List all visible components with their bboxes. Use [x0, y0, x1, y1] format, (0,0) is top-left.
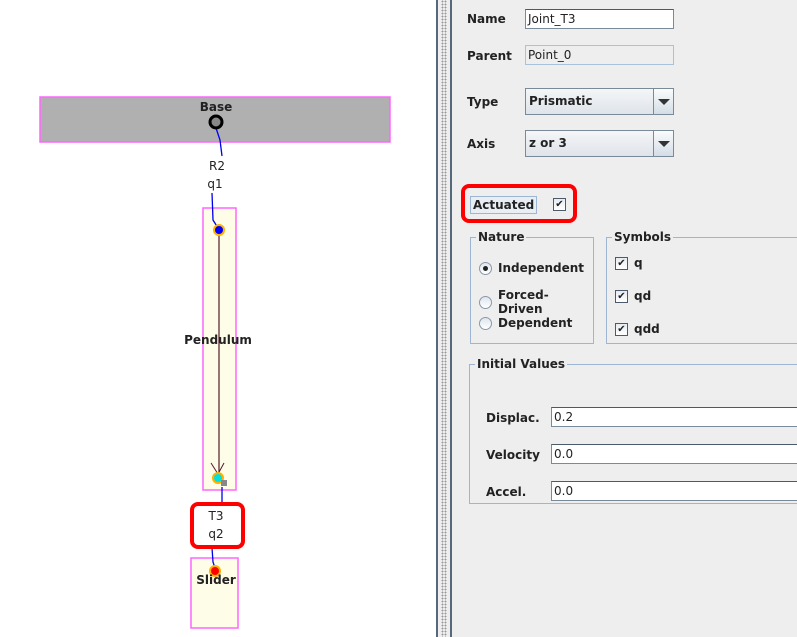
axis-label: Axis [467, 137, 496, 151]
split-pane-divider[interactable] [436, 0, 452, 637]
joint-coord-q2: q2 [208, 527, 224, 541]
initial-values-title: Initial Values [475, 357, 568, 371]
symbols-title: Symbols [612, 230, 674, 244]
radio-label: Forced-Driven [497, 288, 549, 316]
nature-title: Nature [476, 230, 527, 244]
radio-forced-driven[interactable]: Forced-Driven [479, 288, 593, 316]
symbol-qd-checkbox[interactable]: ✔ qd [615, 289, 651, 303]
checkbox-label: q [634, 256, 643, 270]
displac-input[interactable]: 0.2 [551, 407, 797, 427]
joint-label-r2[interactable]: R2 [197, 159, 237, 173]
axis-select[interactable]: z or 3 [525, 130, 674, 157]
chevron-down-icon[interactable] [653, 89, 673, 114]
checkbox-icon: ✔ [615, 289, 628, 303]
initial-values-group: Initial Values Displac. 0.2 Velocity 0.0… [469, 357, 797, 504]
parent-input: Point_0 [525, 45, 674, 65]
pendulum-joint-point-icon[interactable] [213, 224, 225, 236]
actuated-checkbox[interactable]: ✔ [553, 198, 566, 211]
actuated-label: Actuated [470, 196, 538, 214]
radio-icon [479, 316, 492, 330]
nature-group: Nature Independent Forced-Driven Depende… [470, 230, 594, 344]
radio-dependent[interactable]: Dependent [479, 316, 572, 330]
body-label-pendulum: Pendulum [184, 333, 252, 347]
name-label: Name [467, 12, 506, 26]
symbols-group: Symbols ✔ q ✔ qd ✔ qdd [606, 230, 797, 344]
body-label-slider: Slider [196, 573, 236, 587]
name-input[interactable]: Joint_T3 [525, 9, 674, 29]
checkbox-icon: ✔ [615, 256, 628, 270]
base-point-icon[interactable] [208, 114, 224, 130]
type-select[interactable]: Prismatic [525, 88, 674, 115]
accel-label: Accel. [486, 485, 527, 499]
parent-label: Parent [467, 49, 512, 63]
joint-coord-q1: q1 [207, 177, 223, 191]
type-label: Type [467, 95, 499, 109]
checkbox-label: qdd [634, 322, 660, 336]
checkbox-icon: ✔ [615, 322, 628, 336]
symbol-q-checkbox[interactable]: ✔ q [615, 256, 643, 270]
radio-independent[interactable]: Independent [479, 261, 584, 275]
axis-value: z or 3 [529, 136, 567, 150]
checkbox-label: qd [634, 289, 652, 303]
model-canvas[interactable]: Base Pendulum Slider R2 q1 T3 q2 [0, 0, 436, 637]
joint-label-t3[interactable]: T3 [196, 509, 236, 523]
velocity-input[interactable]: 0.0 [551, 444, 797, 464]
joint-properties-panel: Name Joint_T3 Parent Point_0 Type Prisma… [452, 0, 797, 637]
chevron-down-icon[interactable] [653, 131, 673, 156]
radio-label: Independent [498, 261, 585, 275]
radio-icon [479, 261, 492, 275]
radio-icon [479, 295, 492, 309]
displac-label: Displac. [486, 411, 540, 425]
symbol-qdd-checkbox[interactable]: ✔ qdd [615, 322, 660, 336]
velocity-label: Velocity [486, 448, 540, 462]
accel-input[interactable]: 0.0 [551, 481, 797, 501]
type-value: Prismatic [529, 94, 593, 108]
handle-square-icon[interactable] [221, 480, 227, 486]
radio-label: Dependent [498, 316, 573, 330]
body-label-base: Base [199, 100, 233, 114]
